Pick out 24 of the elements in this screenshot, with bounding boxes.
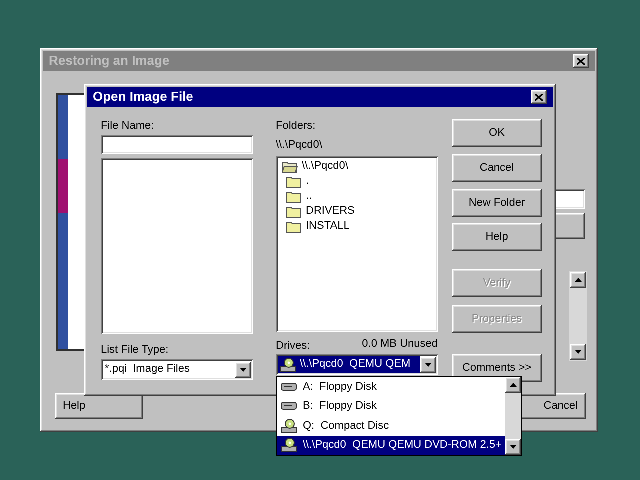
dialog-button[interactable]: Cancel [452, 154, 542, 182]
drives-label: Drives: [276, 338, 310, 354]
drive-dropdown-menu[interactable]: A: Floppy Disk B: Floppy Disk Q: Compact Disc \\.\Pqcd0 QEMU QEMU DVD-ROM 2.5+ [276, 376, 522, 456]
drive-option[interactable]: \\.\Pqcd0 QEMU QEMU DVD-ROM 2.5+ [277, 436, 505, 455]
dialog-title: Open Image File [93, 88, 194, 106]
drive-dropdown[interactable]: \\.\Pqcd0 QEMU QEM [276, 354, 438, 375]
folder-tree[interactable]: \\.\Pqcd0\ . .. DRIVERS INSTALL [276, 156, 438, 332]
help-button[interactable]: Help [55, 393, 143, 419]
folder-path: \\.\Pqcd0\ [276, 138, 324, 152]
dialog-button[interactable]: New Folder [452, 189, 542, 217]
file-name-label: File Name: [101, 119, 156, 133]
folder-item[interactable]: .. [306, 188, 312, 205]
folders-label: Folders: [276, 119, 317, 133]
folder-item[interactable]: DRIVERS [306, 203, 355, 220]
free-space-text: 0.0 MB Unused [362, 337, 438, 352]
file-type-dropdown[interactable]: *.pqi Image Files [101, 359, 253, 380]
folder-item[interactable]: INSTALL [306, 218, 350, 235]
folder-item[interactable]: \\.\Pqcd0\ [302, 158, 348, 175]
window-title: Restoring an Image [49, 52, 170, 70]
file-type-label: List File Type: [101, 343, 170, 357]
selected-drive-text: \\.\Pqcd0 QEMU QEM [300, 357, 411, 372]
drive-option[interactable]: Q: Compact Disc [277, 416, 505, 436]
dialog-button[interactable]: Help [452, 223, 542, 251]
dialog-button[interactable]: OK [452, 119, 542, 147]
